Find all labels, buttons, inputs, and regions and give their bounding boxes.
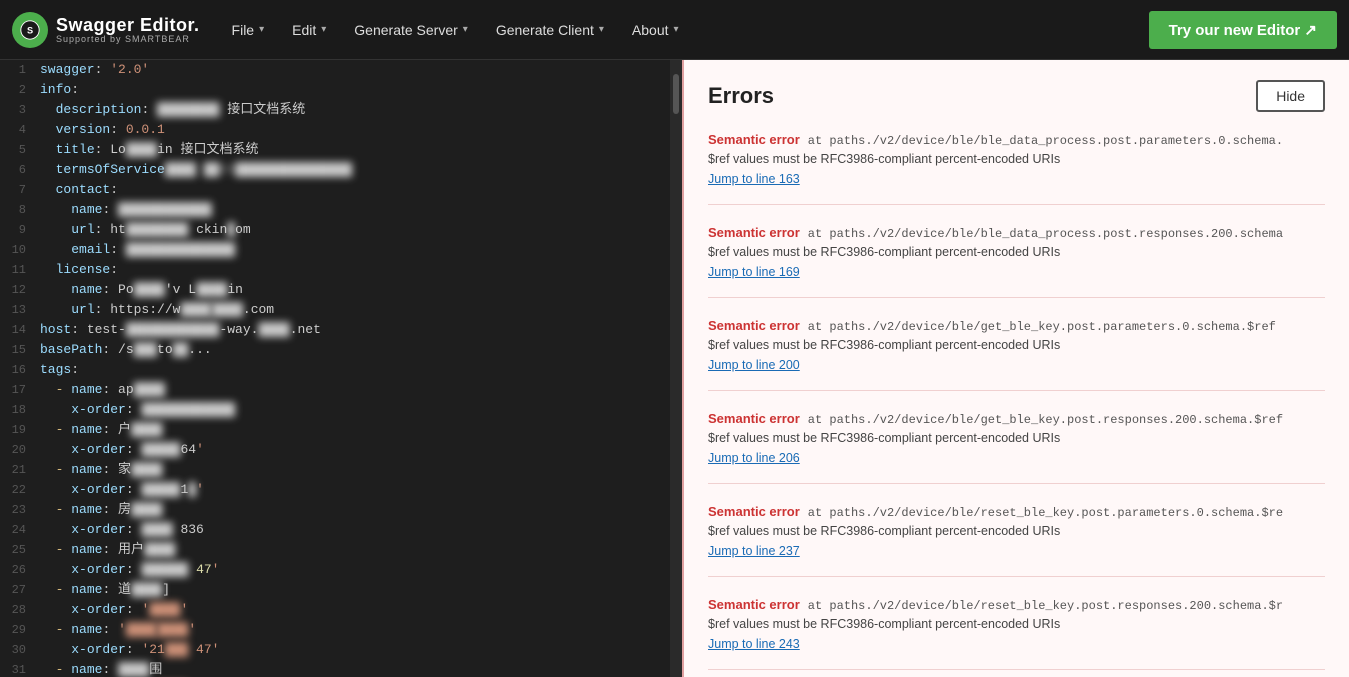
code-line: 6 termsOfService████ ██tt███████████████ — [0, 160, 670, 180]
error-badge: Semantic error — [708, 504, 800, 519]
error-path: at paths./v2/device/ble/get_ble_key.post… — [808, 320, 1276, 334]
error-path: at paths./v2/device/ble/reset_ble_key.po… — [808, 506, 1283, 520]
code-line: 10 email: ██████████████ — [0, 240, 670, 260]
try-new-editor-button[interactable]: Try our new Editor ↗ — [1149, 11, 1337, 49]
nav-item-generate-client[interactable]: Generate Client ▾ — [484, 14, 616, 46]
editor-panel[interactable]: 1 swagger: '2.0' 2 info: 3 description: … — [0, 60, 670, 677]
code-line: 8 name: ████████████ — [0, 200, 670, 220]
logo-area: S Swagger Editor. Supported by SMARTBEAR — [12, 12, 200, 48]
code-line: 3 description: ████████ 接口文档系统 — [0, 100, 670, 120]
nav-item-file[interactable]: File ▾ — [220, 14, 277, 46]
code-line: 7 contact: — [0, 180, 670, 200]
code-line: 31 - name: ████围 — [0, 660, 670, 677]
code-line: 20 x-order: █████64' — [0, 440, 670, 460]
error-message: $ref values must be RFC3986-compliant pe… — [708, 524, 1325, 538]
code-line: 26 x-order: ██████ 47' — [0, 560, 670, 580]
scroll-thumb — [673, 74, 679, 114]
code-line: 13 url: https://w████████.com — [0, 300, 670, 320]
error-item: Semantic error at paths./v2/device/ble/re… — [708, 597, 1325, 670]
errors-list: Semantic error at paths./v2/device/ble/bl… — [708, 132, 1325, 677]
error-item: Semantic error at paths./v2/device/ble/bl… — [708, 225, 1325, 298]
nav-item-about[interactable]: About ▾ — [620, 14, 691, 46]
error-badge: Semantic error — [708, 132, 800, 147]
error-line-header: Semantic error at paths./v2/device/ble/bl… — [708, 132, 1325, 148]
error-item: Semantic error at paths./v2/device/ble/ge… — [708, 411, 1325, 484]
code-line: 16 tags: — [0, 360, 670, 380]
code-line: 28 x-order: '████' — [0, 600, 670, 620]
code-line: 22 x-order: █████1█' — [0, 480, 670, 500]
error-message: $ref values must be RFC3986-compliant pe… — [708, 338, 1325, 352]
chevron-down-icon: ▾ — [321, 24, 326, 35]
error-line-header: Semantic error at paths./v2/device/ble/ge… — [708, 318, 1325, 334]
nav-item-edit[interactable]: Edit ▾ — [280, 14, 338, 46]
chevron-down-icon: ▾ — [599, 24, 604, 35]
logo-text: Swagger Editor. Supported by SMARTBEAR — [56, 15, 200, 44]
error-item: Semantic error at paths./v2/device/ble/bl… — [708, 132, 1325, 205]
error-line-header: Semantic error at paths./v2/device/ble/re… — [708, 597, 1325, 613]
error-badge: Semantic error — [708, 597, 800, 612]
errors-panel: Errors Hide Semantic error at paths./v2/d… — [682, 60, 1349, 677]
error-message: $ref values must be RFC3986-compliant pe… — [708, 431, 1325, 445]
error-path: at paths./v2/device/ble/reset_ble_key.po… — [808, 599, 1283, 613]
jump-to-line-link[interactable]: Jump to line 237 — [708, 544, 800, 558]
code-line: 21 - name: 家████ — [0, 460, 670, 480]
error-badge: Semantic error — [708, 411, 800, 426]
jump-to-line-link[interactable]: Jump to line 243 — [708, 637, 800, 651]
nav-item-generate-server[interactable]: Generate Server ▾ — [342, 14, 480, 46]
error-message: $ref values must be RFC3986-compliant pe… — [708, 245, 1325, 259]
main-area: 1 swagger: '2.0' 2 info: 3 description: … — [0, 60, 1349, 677]
error-item: Semantic error at paths./v2/device/ble/re… — [708, 504, 1325, 577]
code-line: 5 title: Lo████in 接口文档系统 — [0, 140, 670, 160]
code-line: 14 host: test-████████████-way.████.net — [0, 320, 670, 340]
navbar: S Swagger Editor. Supported by SMARTBEAR… — [0, 0, 1349, 60]
code-line: 23 - name: 房████ — [0, 500, 670, 520]
editor-scrollbar[interactable] — [670, 60, 682, 677]
nav-menu: File ▾ Edit ▾ Generate Server ▾ Generate… — [220, 14, 1149, 46]
hide-button[interactable]: Hide — [1256, 80, 1325, 112]
code-line: 19 - name: 户████ — [0, 420, 670, 440]
code-line: 11 license: — [0, 260, 670, 280]
error-item: Semantic error at paths./v2/device/ble/ge… — [708, 318, 1325, 391]
code-line: 15 basePath: /s███to██... — [0, 340, 670, 360]
code-line: 18 x-order: ████████████ — [0, 400, 670, 420]
code-line: 9 url: ht████████ ckin█om — [0, 220, 670, 240]
error-line-header: Semantic error at paths./v2/device/ble/bl… — [708, 225, 1325, 241]
code-line: 12 name: Po████'v L████in — [0, 280, 670, 300]
jump-to-line-link[interactable]: Jump to line 206 — [708, 451, 800, 465]
errors-title: Errors — [708, 83, 774, 109]
error-path: at paths./v2/device/ble/ble_data_process… — [808, 227, 1283, 241]
error-path: at paths./v2/device/ble/get_ble_key.post… — [808, 413, 1283, 427]
jump-to-line-link[interactable]: Jump to line 200 — [708, 358, 800, 372]
code-line: 27 - name: 道████] — [0, 580, 670, 600]
code-line: 17 - name: ap████ — [0, 380, 670, 400]
jump-to-line-link[interactable]: Jump to line 169 — [708, 265, 800, 279]
error-line-header: Semantic error at paths./v2/device/ble/ge… — [708, 411, 1325, 427]
error-message: $ref values must be RFC3986-compliant pe… — [708, 152, 1325, 166]
jump-to-line-link[interactable]: Jump to line 163 — [708, 172, 800, 186]
error-line-header: Semantic error at paths./v2/device/ble/re… — [708, 504, 1325, 520]
code-line: 30 x-order: '21███ 47' — [0, 640, 670, 660]
code-line: 4 version: 0.0.1 — [0, 120, 670, 140]
error-path: at paths./v2/device/ble/ble_data_process… — [808, 134, 1283, 148]
code-line: 24 x-order: ████ 836 — [0, 520, 670, 540]
code-line: 29 - name: '████████' — [0, 620, 670, 640]
svg-text:S: S — [27, 25, 33, 35]
chevron-down-icon: ▾ — [259, 24, 264, 35]
swagger-logo-icon: S — [12, 12, 48, 48]
chevron-down-icon: ▾ — [463, 24, 468, 35]
code-line: 1 swagger: '2.0' — [0, 60, 670, 80]
error-message: $ref values must be RFC3986-compliant pe… — [708, 617, 1325, 631]
errors-header: Errors Hide — [708, 80, 1325, 112]
code-line: 2 info: — [0, 80, 670, 100]
chevron-down-icon: ▾ — [674, 24, 679, 35]
error-badge: Semantic error — [708, 225, 800, 240]
error-badge: Semantic error — [708, 318, 800, 333]
code-line: 25 - name: 用户████ — [0, 540, 670, 560]
